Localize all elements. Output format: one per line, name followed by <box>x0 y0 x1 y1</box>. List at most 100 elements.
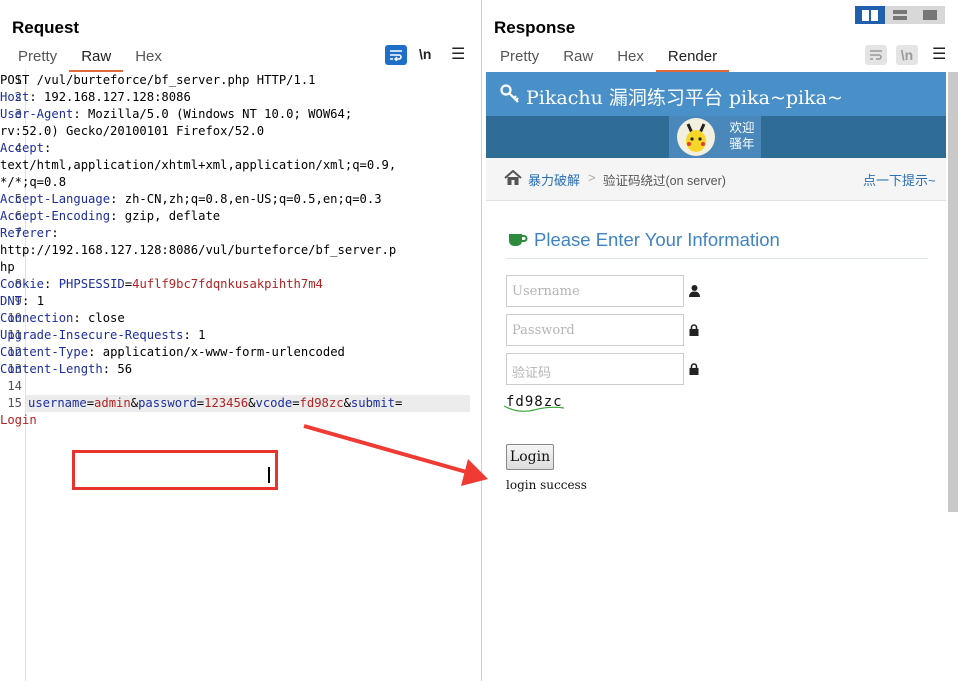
response-tab-pretty[interactable]: Pretty <box>488 46 551 70</box>
render-scrollbar[interactable] <box>948 72 958 512</box>
captcha-noise <box>504 405 565 412</box>
code-token: : 1 <box>183 328 206 342</box>
response-tab-raw[interactable]: Raw <box>551 46 605 70</box>
code-token: : 56 <box>102 362 133 376</box>
code-line: Accept-Language: zh-CN,zh;q=0.8,en-US;q=… <box>0 191 382 208</box>
layout-switcher <box>855 6 945 24</box>
line-number: 15 <box>7 396 22 410</box>
code-token: Host <box>0 90 30 104</box>
breadcrumb-current: 验证码绕过(on server) <box>603 174 726 188</box>
code-line: Accept-Encoding: gzip, deflate <box>0 208 220 225</box>
code-token: : 192.168.127.128:8086 <box>29 90 191 104</box>
coffee-cup-icon <box>509 234 528 246</box>
wrap-lines-icon[interactable] <box>385 45 407 65</box>
layout-stacked-icon[interactable] <box>885 6 915 24</box>
response-menu-icon[interactable]: ☰ <box>932 44 946 64</box>
lock-icon <box>689 324 699 336</box>
code-token: & <box>130 396 139 410</box>
code-token: http://192.168.127.128:8086/vul/burtefor… <box>0 243 397 257</box>
avatar <box>677 118 715 156</box>
greeting-line-1: 欢迎 <box>729 121 755 135</box>
code-token: Login <box>0 413 37 427</box>
code-token: Accept-Encoding <box>0 209 111 223</box>
code-line: Upgrade-Insecure-Requests: 1 <box>0 327 205 344</box>
response-tab-render[interactable]: Render <box>655 46 730 72</box>
layout-side-by-side-icon[interactable] <box>855 6 885 24</box>
captcha-image[interactable]: fd98zc <box>504 394 565 412</box>
code-token: Cookie <box>0 277 45 291</box>
code-token: Referer <box>0 226 52 240</box>
request-tab-raw[interactable]: Raw <box>69 46 124 72</box>
code-token: text/html,application/xhtml+xml,applicat… <box>0 158 397 172</box>
code-line: */*;q=0.8 <box>0 174 66 191</box>
code-token: Connection <box>0 311 74 325</box>
code-line: text/html,application/xhtml+xml,applicat… <box>0 157 396 174</box>
code-token: 4uflf9bc7fdqnkusakpihth7m4 <box>132 277 323 291</box>
request-editor[interactable]: 1 2 3 4 5 6 7 8 9 10 11 12 13 14 15 POST /vul/burtefor… <box>0 70 481 681</box>
text-caret <box>268 467 270 483</box>
response-title: Response <box>494 18 576 37</box>
vcode-input[interactable]: 验证码 <box>506 353 684 385</box>
code-token: : <box>51 226 59 240</box>
code-line: http://192.168.127.128:8086/vul/burtefor… <box>0 242 396 259</box>
wrap-lines-icon[interactable] <box>865 45 887 65</box>
code-token: PHPSESSID <box>58 277 125 291</box>
password-input[interactable]: Password <box>506 314 684 346</box>
code-line: Connection: close <box>0 310 125 327</box>
rendered-page: Pikachu 漏洞练习平台 pika~pika~ 欢迎 骚年 暴力破解 > 验… <box>486 72 946 681</box>
code-line: hp <box>0 259 15 276</box>
code-token: submit <box>350 396 395 410</box>
code-line: rv:52.0) Gecko/20100101 Firefox/52.0 <box>0 123 264 140</box>
code-token: admin <box>94 396 131 410</box>
hint-link[interactable]: 点一下提示~ <box>863 170 936 189</box>
code-line: POST /vul/burteforce/bf_server.php HTTP/… <box>0 72 316 89</box>
newline-toggle-button[interactable]: \n <box>896 45 918 65</box>
request-menu-icon[interactable]: ☰ <box>451 44 465 64</box>
home-icon <box>504 170 522 185</box>
form-title: Please Enter Your Information <box>534 229 780 250</box>
code-token: = <box>292 396 300 410</box>
layout-tabs-icon[interactable] <box>915 6 945 24</box>
result-message: login success <box>506 478 587 492</box>
code-token: : <box>44 277 59 291</box>
code-token: = <box>124 277 133 291</box>
highlight-box <box>72 450 278 490</box>
code-token: : close <box>73 311 125 325</box>
user-icon <box>689 285 700 297</box>
user-bar: 欢迎 骚年 <box>486 116 946 158</box>
breadcrumb: 暴力破解 > 验证码绕过(on server) 点一下提示~ <box>486 158 946 201</box>
response-tab-hex[interactable]: Hex <box>605 46 656 70</box>
username-input[interactable]: Username <box>506 275 684 307</box>
code-token: */*;q=0.8 <box>0 175 67 189</box>
code-token: & <box>343 396 351 410</box>
code-token: fd98zc <box>299 396 344 410</box>
newline-toggle-button[interactable]: \n <box>419 46 431 62</box>
code-line: username=admin&password=123456&vcode=fd9… <box>26 395 470 412</box>
code-token: : gzip, deflate <box>110 209 221 223</box>
code-token: : Mozilla/5.0 (Windows NT 10.0; WOW64; <box>73 107 353 121</box>
code-token: = <box>86 396 95 410</box>
request-tab-hex[interactable]: Hex <box>123 46 174 70</box>
code-line: Host: 192.168.127.128:8086 <box>0 89 191 106</box>
code-token: username <box>28 396 87 410</box>
key-icon <box>500 84 519 103</box>
code-line: Accept: <box>0 140 51 157</box>
line-number: 14 <box>7 379 22 393</box>
request-tabs: Pretty Raw Hex <box>6 46 174 72</box>
lock-icon <box>689 363 699 375</box>
code-token: : zh-CN,zh;q=0.8,en-US;q=0.5,en;q=0.3 <box>110 192 382 206</box>
code-token: : 1 <box>22 294 45 308</box>
code-line: Login <box>0 412 37 429</box>
site-header: Pikachu 漏洞练习平台 pika~pika~ <box>486 72 946 116</box>
code-token: DNT <box>0 294 23 308</box>
code-line: Content-Type: application/x-www-form-url… <box>0 344 345 361</box>
code-token: Accept <box>0 141 45 155</box>
login-button[interactable]: Login <box>506 444 554 470</box>
code-token: Accept-Language <box>0 192 111 206</box>
code-line: DNT: 1 <box>0 293 44 310</box>
code-token: 123456 <box>204 396 249 410</box>
request-tab-pretty[interactable]: Pretty <box>6 46 69 70</box>
request-pane: Request Pretty Raw Hex \n ☰ 1 2 3 4 5 6 7 8 9 10 1… <box>0 0 482 681</box>
code-token: Content-Type <box>0 345 89 359</box>
breadcrumb-link[interactable]: 暴力破解 <box>528 170 580 189</box>
